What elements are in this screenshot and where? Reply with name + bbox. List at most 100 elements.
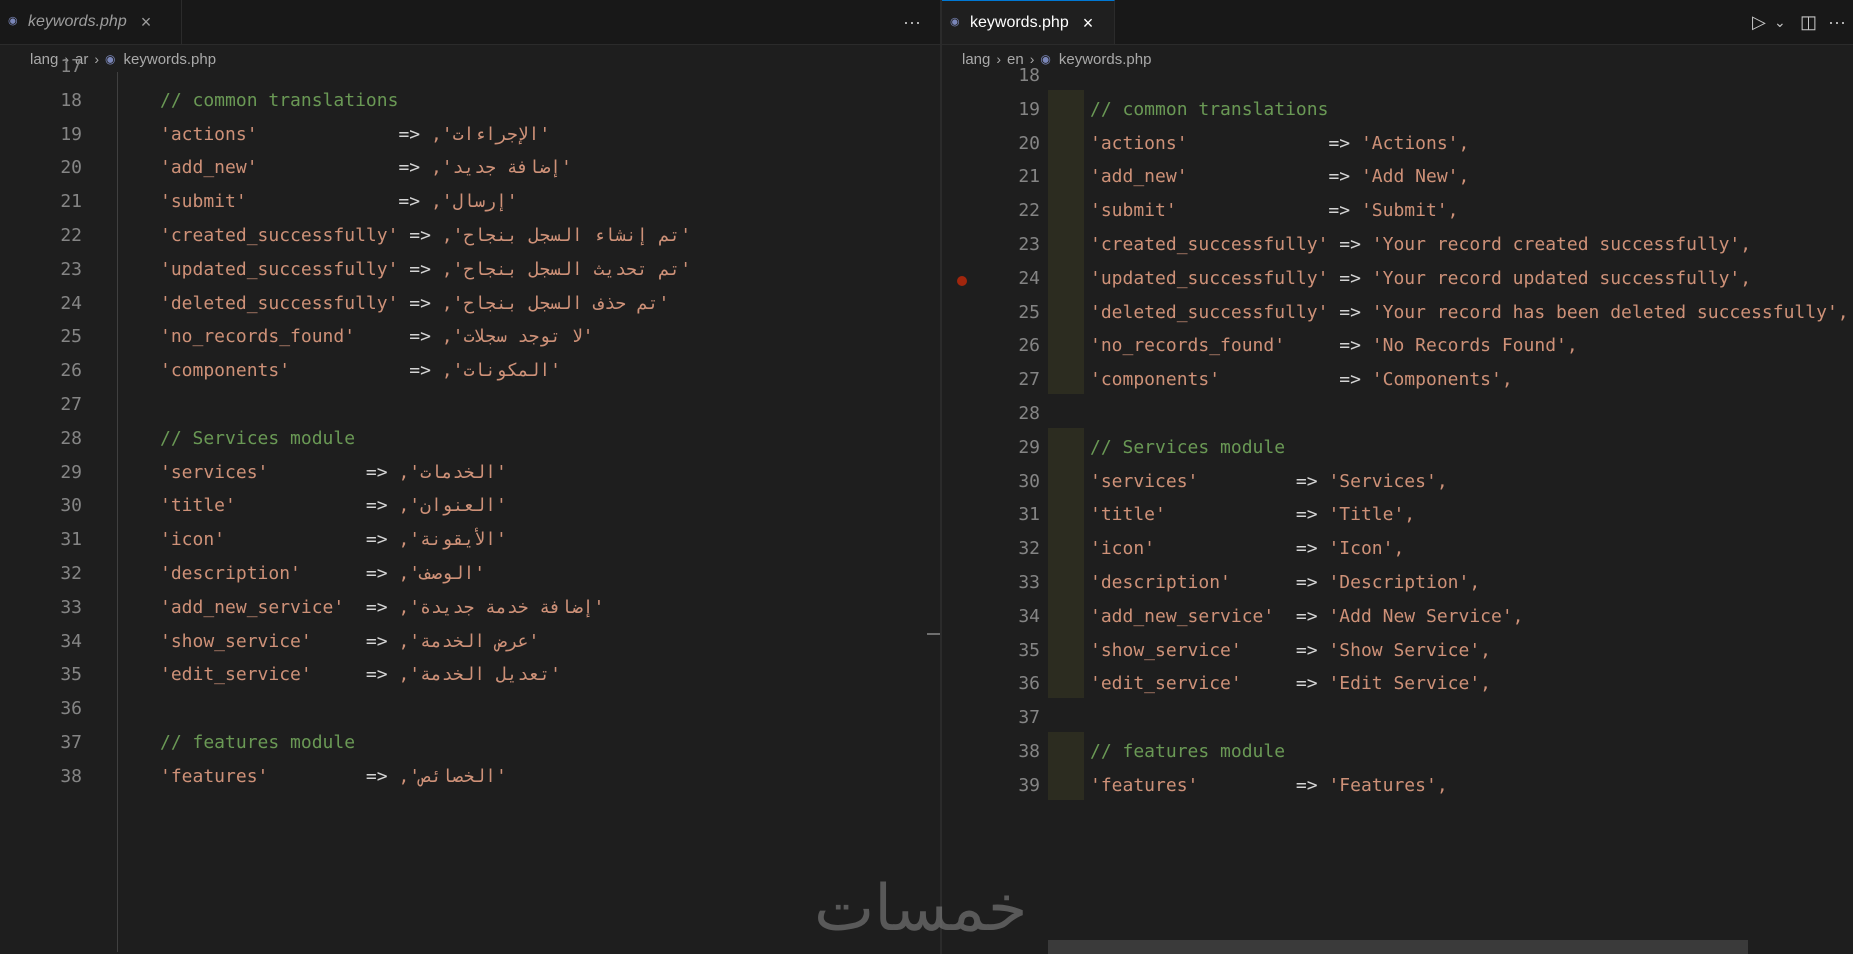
array-value: 'Add New Service', [1328, 605, 1524, 627]
array-key: 'edit_service' [1090, 673, 1242, 695]
arrow-operator: => [1295, 774, 1318, 796]
alignment-padding [1220, 369, 1339, 390]
scrollbar-thumb[interactable] [927, 633, 940, 635]
array-value: 'Your record has been deleted successful… [1371, 301, 1849, 323]
code-comment: // common translations [160, 89, 399, 111]
run-icon[interactable]: ▷ [1752, 12, 1766, 33]
code-comment: // features module [1090, 741, 1286, 762]
alignment-padding [301, 563, 366, 584]
arrow-operator: => [365, 596, 388, 618]
array-key: 'no_records_found' [1090, 335, 1286, 357]
horizontal-scrollbar[interactable] [1048, 940, 1748, 954]
more-actions-icon[interactable]: ··· [1828, 12, 1846, 33]
array-key: 'features' [1090, 774, 1199, 796]
array-value: 'Description', [1328, 572, 1481, 593]
tab-keywords-php-en[interactable]: ◉ keywords.php × [942, 0, 1115, 44]
alignment-padding [268, 462, 366, 483]
arrow-operator: => [365, 563, 388, 584]
left-editor-group: ◉ keywords.php × ··· lang › ar › ◉ keywo… [0, 0, 940, 954]
array-value: 'Show Service', [1328, 639, 1491, 661]
arrow-operator: => [398, 191, 421, 213]
modified-line-indicator [1048, 157, 1084, 192]
array-key: 'created_successfully' [160, 225, 399, 246]
arrow-operator: => [1295, 572, 1318, 593]
array-value: 'Your record created successfully', [1371, 234, 1752, 255]
chevron-down-icon[interactable]: ⌄ [1774, 14, 1786, 31]
arrow-operator: => [1328, 166, 1351, 188]
close-icon[interactable]: × [141, 13, 152, 31]
alignment-padding [312, 664, 366, 685]
array-value: 'Icon', [1328, 538, 1405, 560]
modified-line-indicator [1048, 89, 1084, 124]
close-icon[interactable]: × [1083, 14, 1094, 32]
arrow-operator: => [409, 225, 431, 246]
array-key: 'services' [1090, 470, 1199, 492]
modified-line-indicator [1048, 427, 1084, 462]
code-editor-ar[interactable]: 17 18// common translations 19'actions' =>… [0, 56, 940, 954]
arrow-operator: => [365, 461, 388, 483]
arrow-operator: => [1295, 504, 1318, 526]
modified-line-indicator [1048, 529, 1084, 563]
array-key: 'actions' [1090, 132, 1188, 154]
array-key: 'components' [1090, 369, 1221, 391]
alignment-padding [312, 631, 366, 652]
breakpoint-icon[interactable] [957, 275, 967, 286]
array-key: 'title' [160, 495, 236, 517]
alignment-padding [290, 360, 409, 381]
arrow-operator: => [1295, 470, 1318, 492]
alignment-padding [1242, 640, 1296, 661]
alignment-padding [236, 495, 366, 516]
alignment-padding [398, 225, 409, 246]
alignment-padding [1177, 200, 1329, 221]
array-value: 'No Records Found', [1371, 335, 1578, 357]
alignment-padding [1242, 673, 1296, 694]
array-key: 'created_successfully' [1090, 234, 1329, 255]
array-key: 'updated_successfully' [1090, 267, 1329, 289]
code-line[interactable]: 38 'features' => 'الخصائص', [0, 757, 940, 797]
array-value: 'Add New', [1360, 166, 1470, 188]
more-actions-icon[interactable]: ··· [903, 12, 921, 33]
modified-line-indicator [1048, 664, 1084, 699]
tab-label: keywords.php [970, 13, 1069, 31]
modified-line-indicator [1048, 225, 1084, 259]
arrow-operator: => [1328, 132, 1351, 154]
code-editor-en[interactable]: 18 19// common translations 20'actions' =>… [942, 65, 1853, 954]
array-key: 'show_service' [1090, 639, 1242, 661]
code-line[interactable]: 39 'features' => 'Features', [942, 765, 1853, 806]
arrow-operator: => [1339, 234, 1361, 255]
tab-keywords-php-ar[interactable]: ◉ keywords.php × [0, 0, 182, 44]
array-key: 'actions' [160, 123, 258, 145]
arrow-operator: => [398, 123, 421, 145]
alignment-padding [1155, 538, 1296, 559]
alignment-padding [268, 766, 366, 787]
alignment-padding [1198, 471, 1296, 492]
modified-line-indicator [1048, 596, 1084, 631]
alignment-padding [1166, 504, 1296, 525]
line-number: 39 [1018, 774, 1040, 796]
alignment-padding [225, 529, 366, 550]
alignment-padding [1188, 133, 1329, 154]
arrow-operator: => [1295, 639, 1318, 661]
arrow-operator: => [398, 157, 421, 179]
right-tab-bar: ◉ keywords.php × ▷ ⌄ ◫ ··· [942, 0, 1853, 45]
modified-line-indicator [1048, 732, 1084, 766]
alignment-padding [258, 124, 399, 145]
modified-line-indicator [1048, 461, 1084, 496]
alignment-padding [1231, 572, 1296, 593]
arrow-operator: => [409, 360, 431, 382]
array-key: 'add_new_service' [1090, 605, 1275, 627]
array-key: 'deleted_successfully' [160, 292, 399, 314]
arrow-operator: => [365, 765, 388, 787]
modified-line-indicator [1048, 563, 1084, 597]
arrow-operator: => [365, 630, 388, 652]
array-value: 'Edit Service', [1328, 673, 1491, 695]
modified-line-indicator [1048, 191, 1084, 225]
array-value: 'Services', [1328, 470, 1448, 492]
alignment-padding [258, 157, 399, 178]
arrow-operator: => [365, 529, 388, 551]
alignment-padding [247, 191, 399, 212]
arrow-operator: => [1339, 369, 1361, 391]
alignment-padding [1274, 606, 1296, 627]
arrow-operator: => [365, 664, 388, 686]
split-editor-icon[interactable]: ◫ [1800, 12, 1817, 33]
